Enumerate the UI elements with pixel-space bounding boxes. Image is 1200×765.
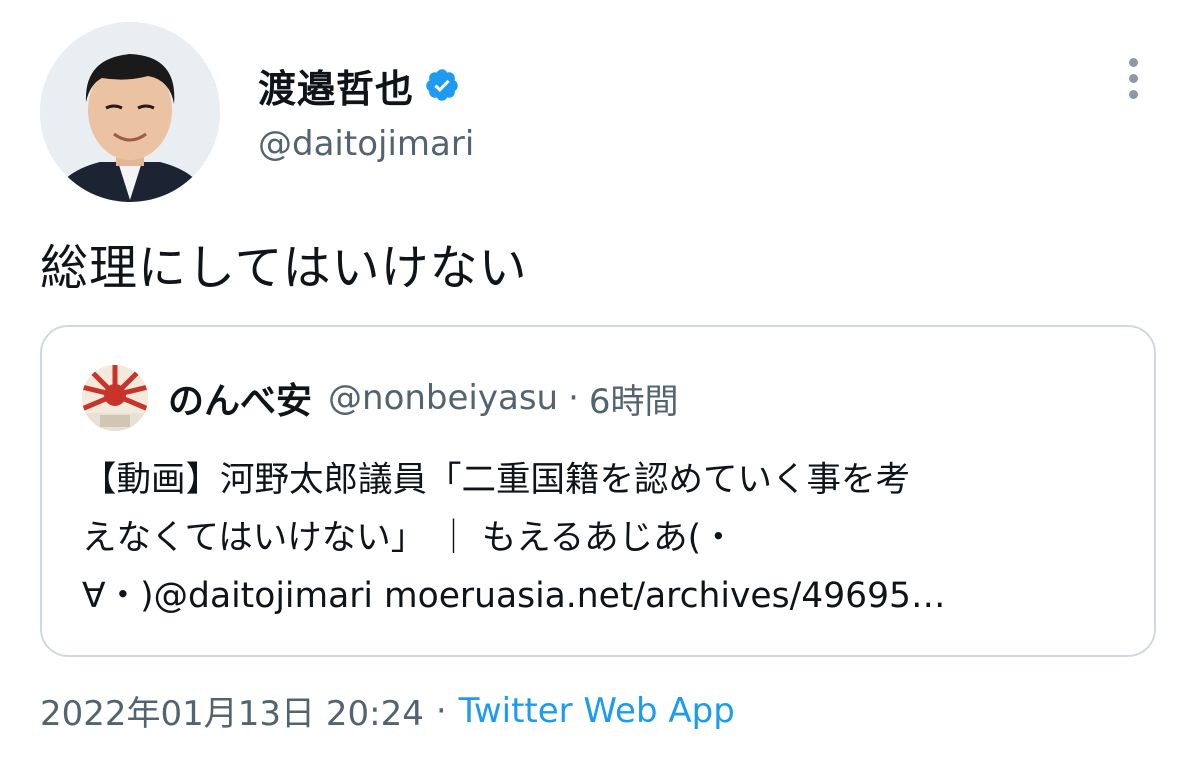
tweet-text: 総理にしてはいけない [40,240,528,296]
author-name-row: 渡邉哲也 [258,58,460,113]
author-display-name[interactable]: 渡邉哲也 [258,58,414,113]
quote-body-line: ∀・)@daitojimari moeruasia.net/archives/4… [82,576,946,616]
quoted-tweet[interactable]: のんべ安 @nonbeiyasu · 6時間 【動画】河野太郎議員「二重国籍を認… [40,325,1156,657]
tweet-meta: 2022年01月13日 20:24 · Twitter Web App [40,686,735,735]
author-handle[interactable]: @daitojimari [258,124,474,164]
more-options-icon[interactable] [1110,52,1156,104]
meta-separator: · [435,690,447,731]
more-dot [1128,89,1138,99]
quote-author-avatar[interactable] [82,365,148,431]
quote-body-line: 【動画】河野太郎議員「二重国籍を認めていく事を考 [82,460,910,500]
quote-handle[interactable]: @nonbeiyasu [328,378,558,418]
quote-timestamp[interactable]: 6時間 [589,374,679,423]
more-dot [1128,57,1138,67]
author-avatar[interactable] [40,22,220,202]
profile-photo-icon [40,22,220,202]
quote-header: のんべ安 @nonbeiyasu · 6時間 [168,374,679,422]
quote-body-line: えなくてはいけない」 ｜ もえるあじあ(・ [82,518,736,558]
quote-body: 【動画】河野太郎議員「二重国籍を認めていく事を考 えなくてはいけない」 ｜ もえ… [82,451,1122,625]
tweet-timestamp[interactable]: 2022年01月13日 20:24 [40,686,424,735]
tweet-card: 渡邉哲也 @daitojimari 総理にしてはいけない のんべ安 @nonbe… [0,0,1200,765]
tweet-source-link[interactable]: Twitter Web App [459,691,735,731]
more-dot [1128,73,1138,83]
quote-display-name[interactable]: のんべ安 [168,372,312,424]
verified-badge-icon [424,67,460,103]
rising-sun-flag-avatar-icon [82,365,148,431]
quote-separator: · [568,378,579,418]
